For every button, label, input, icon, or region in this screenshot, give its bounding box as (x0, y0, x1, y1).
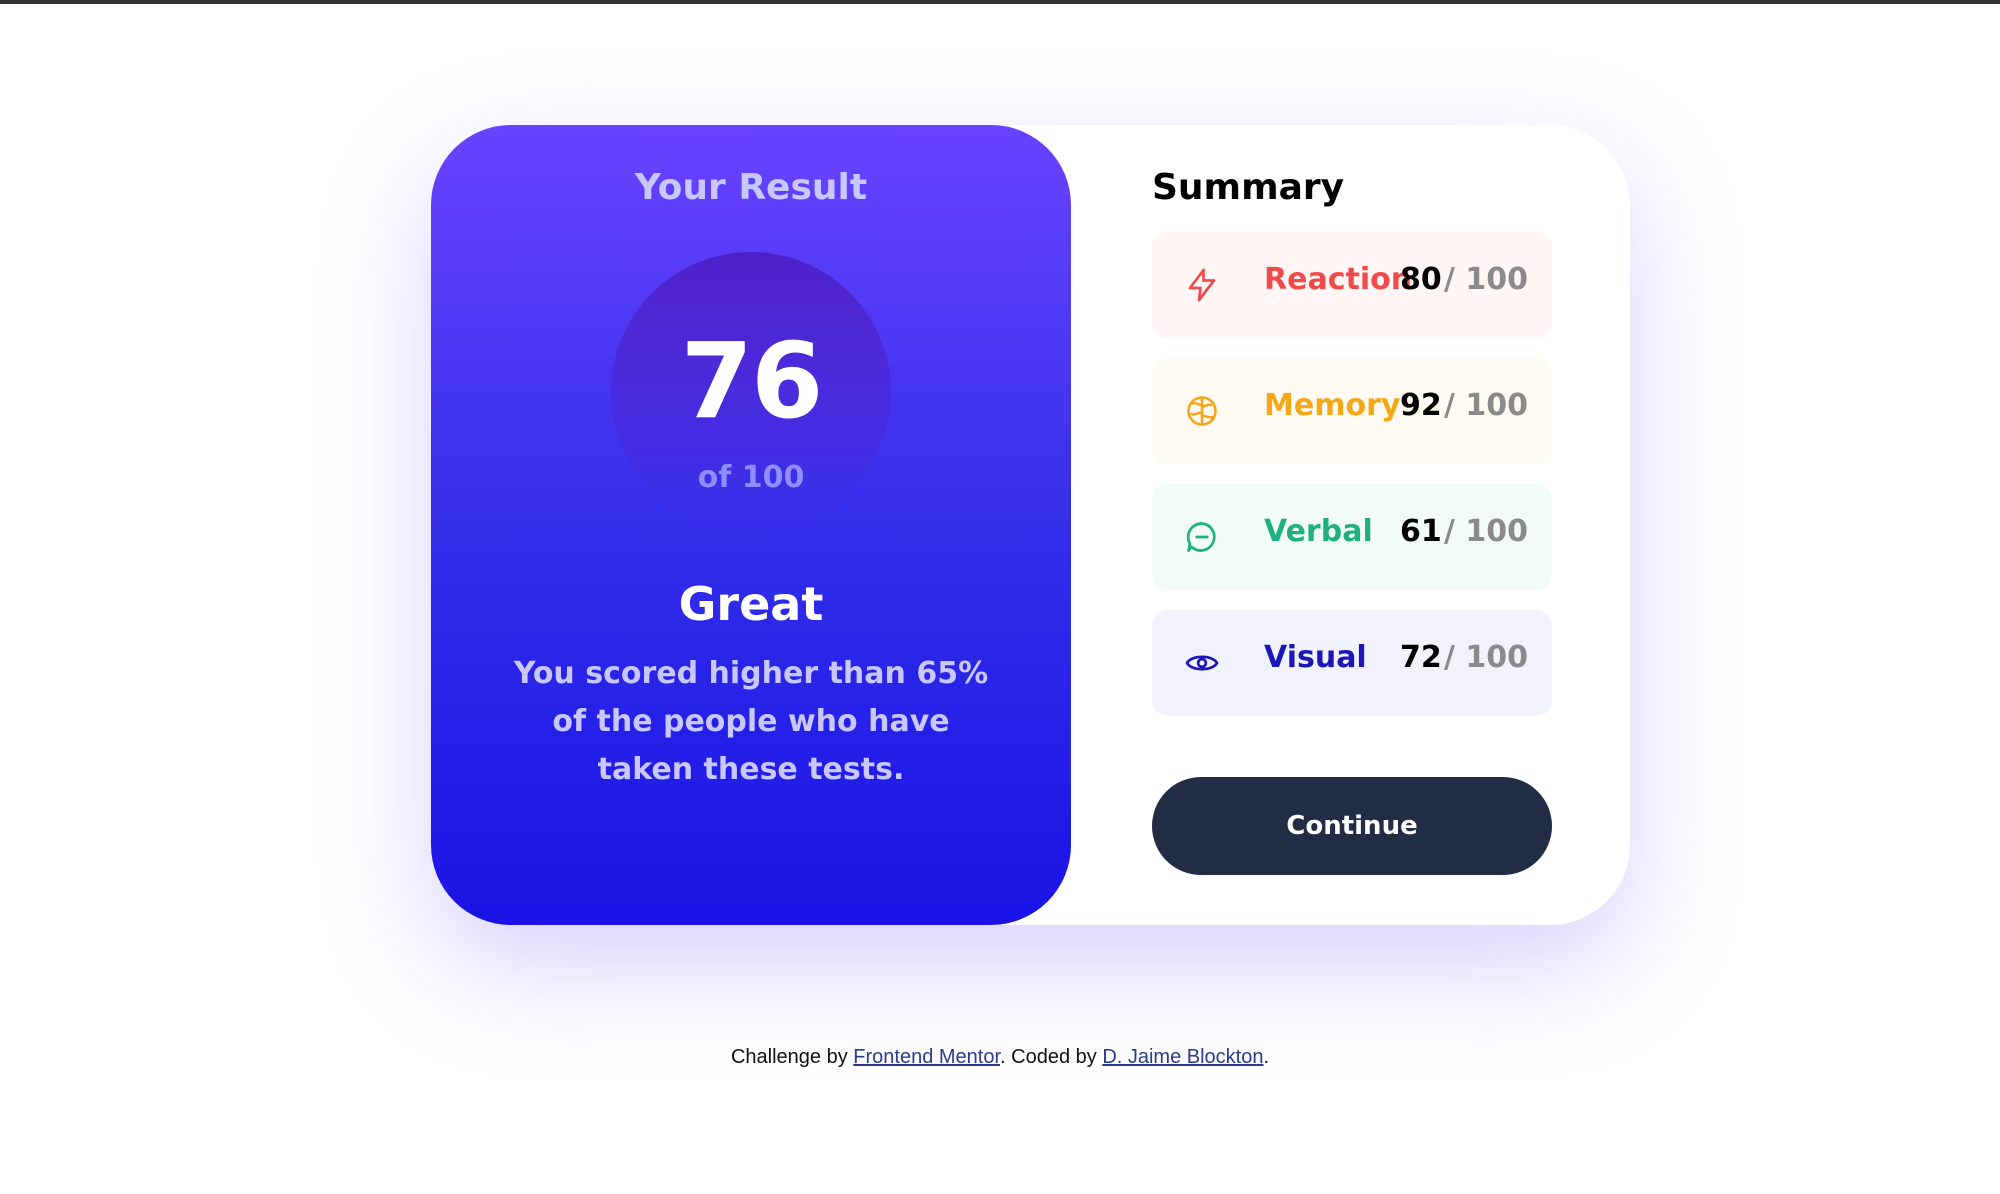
summary-max-reaction: / 100 (1444, 262, 1529, 297)
brain-icon (1187, 396, 1217, 426)
attribution-footer: Challenge by Frontend Mentor. Coded by D… (0, 1046, 2000, 1069)
result-title: Your Result (634, 167, 868, 208)
lightning-icon (1188, 268, 1216, 302)
result-description: You scored higher than 65% of the people… (513, 656, 989, 787)
footer-prefix: Challenge by (730, 1046, 854, 1068)
results-card: Your Result 76 of 100 Great You scored h… (431, 125, 1630, 925)
score-value: 76 (680, 320, 824, 442)
score-circle: 76 of 100 (611, 252, 891, 532)
rating-heading: Great (678, 577, 824, 631)
summary-row-memory: Memory 92 / 100 (1152, 358, 1552, 464)
summary-score-visual: 72 (1400, 640, 1442, 675)
summary-label-verbal: Verbal (1264, 514, 1373, 549)
summary-max-visual: / 100 (1444, 640, 1529, 675)
result-panel: Your Result 76 of 100 Great You scored h… (431, 125, 1071, 925)
summary-score-reaction: 80 (1400, 262, 1442, 297)
frontend-mentor-link[interactable]: Frontend Mentor (853, 1046, 1000, 1068)
summary-row-verbal: Verbal 61 / 100 (1152, 484, 1552, 590)
summary-label-visual: Visual (1264, 640, 1367, 675)
score-max: of 100 (697, 460, 805, 495)
summary-panel: Summary Reaction 80 / 100 Memory 92 / 10… (1152, 125, 1552, 925)
footer-suffix: . (1263, 1046, 1270, 1068)
summary-score-verbal: 61 (1400, 514, 1442, 549)
summary-row-reaction: Reaction 80 / 100 (1152, 232, 1552, 338)
continue-button[interactable]: Continue (1152, 777, 1552, 875)
eye-icon (1185, 655, 1219, 671)
summary-row-visual: Visual 72 / 100 (1152, 610, 1552, 716)
footer-middle: . Coded by (1000, 1046, 1103, 1068)
summary-label-reaction: Reaction (1264, 262, 1413, 297)
summary-label-memory: Memory (1264, 388, 1401, 423)
chat-bubble-icon (1186, 522, 1216, 552)
top-border (0, 0, 2000, 4)
summary-title: Summary (1152, 167, 1345, 208)
summary-max-verbal: / 100 (1444, 514, 1529, 549)
author-link[interactable]: D. Jaime Blockton (1102, 1046, 1263, 1068)
summary-max-memory: / 100 (1444, 388, 1529, 423)
summary-score-memory: 92 (1400, 388, 1442, 423)
